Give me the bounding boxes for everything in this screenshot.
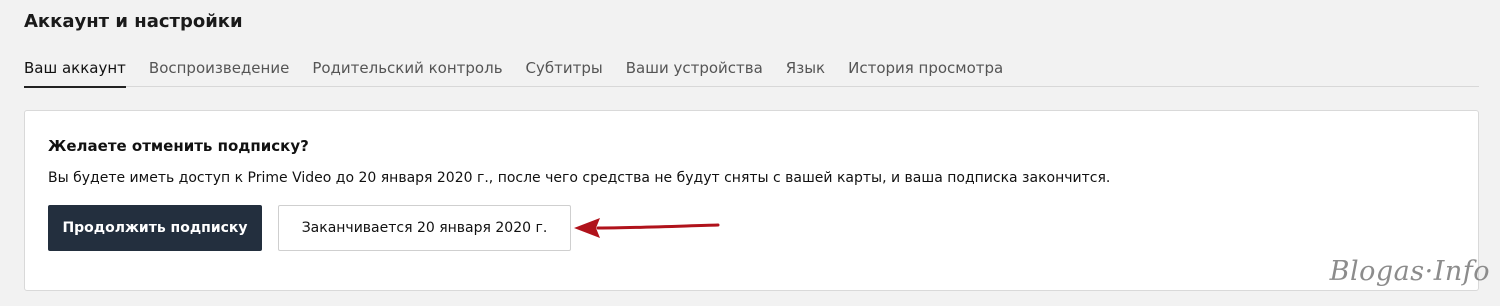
- tab-your-devices[interactable]: Ваши устройства: [626, 59, 763, 87]
- arrow-left-icon: [574, 218, 720, 238]
- page: Аккаунт и настройки Ваш аккаунт Воспроиз…: [0, 0, 1500, 306]
- tab-subtitles[interactable]: Субтитры: [526, 59, 603, 87]
- tab-parental-controls[interactable]: Родительский контроль: [312, 59, 502, 87]
- tab-playback[interactable]: Воспроизведение: [149, 59, 289, 87]
- tab-watch-history[interactable]: История просмотра: [848, 59, 1003, 87]
- settings-tabs: Ваш аккаунт Воспроизведение Родительский…: [24, 59, 1479, 88]
- continue-subscription-button[interactable]: Продолжить подписку: [48, 205, 262, 251]
- tab-your-account[interactable]: Ваш аккаунт: [24, 59, 126, 88]
- card-title: Желаете отменить подписку?: [48, 137, 309, 155]
- watermark-logo: Blogas·Info: [1329, 256, 1490, 287]
- card-description: Вы будете иметь доступ к Prime Video до …: [48, 170, 1111, 186]
- tab-language[interactable]: Язык: [786, 59, 825, 87]
- page-title: Аккаунт и настройки: [24, 11, 243, 32]
- cancel-subscription-card: Желаете отменить подписку? Вы будете име…: [24, 110, 1479, 291]
- ends-date-button[interactable]: Заканчивается 20 января 2020 г.: [278, 205, 571, 251]
